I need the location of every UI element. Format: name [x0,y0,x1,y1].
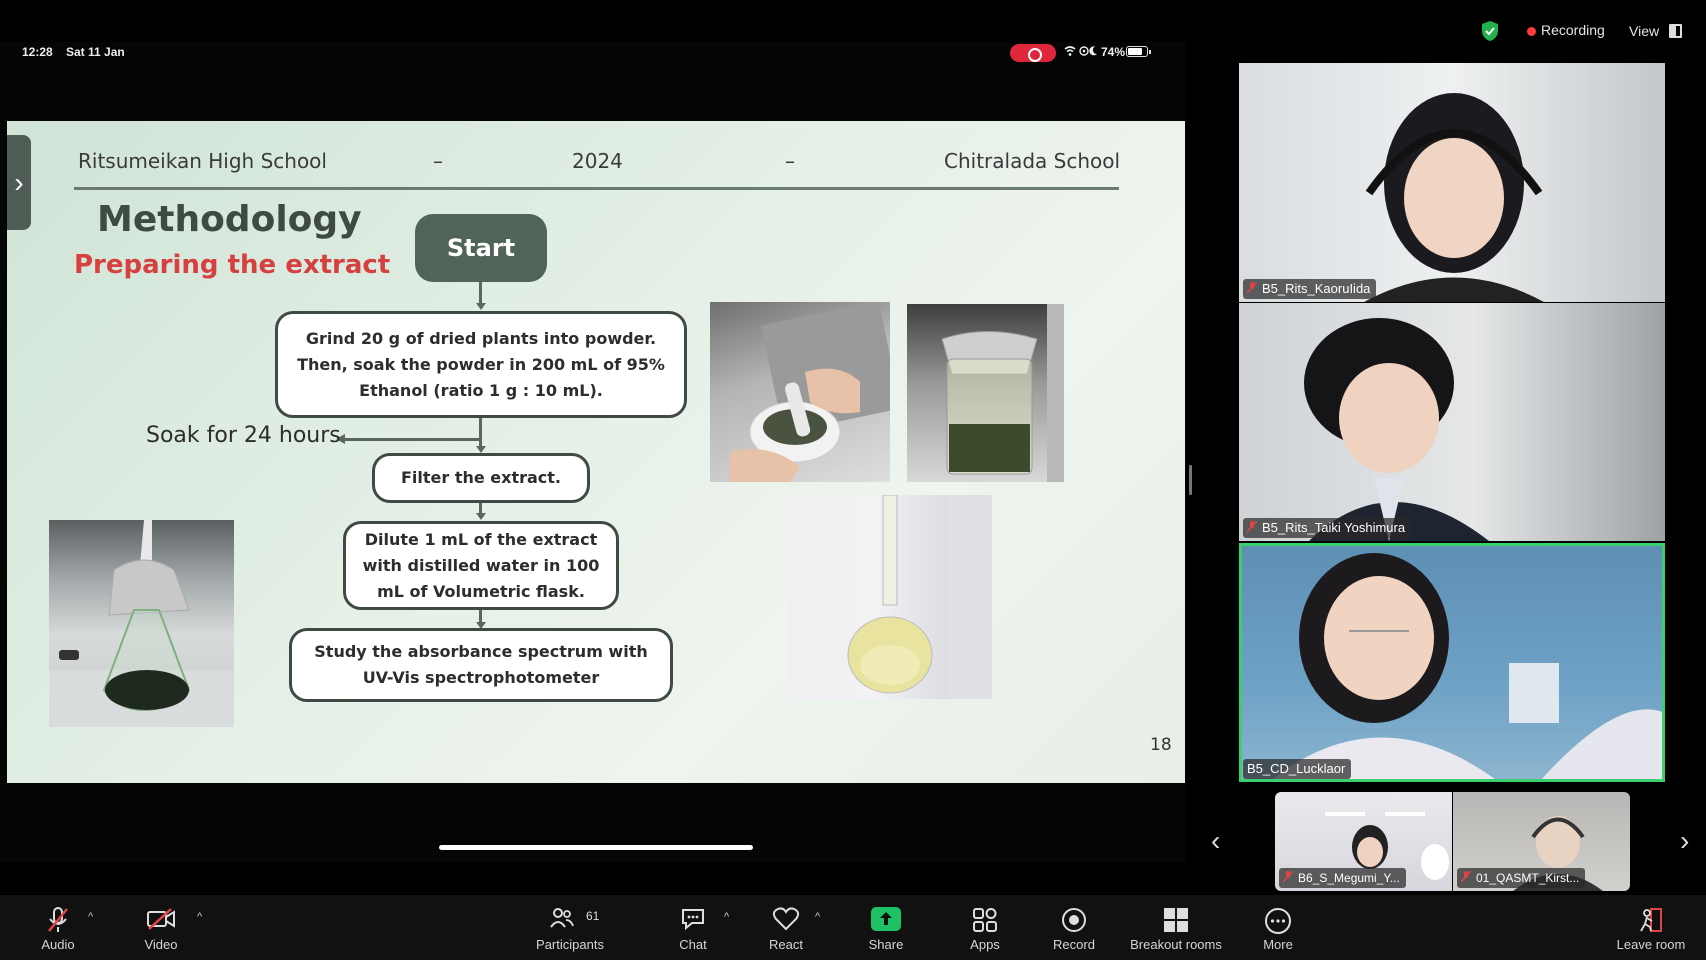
flow-start: Start [415,214,547,282]
ipad-status-time: 12:28 [22,45,53,59]
encryption-shield-icon[interactable] [1480,20,1500,42]
thumbnail-tile[interactable]: 01_QASMT_Kirst... [1453,792,1630,891]
breakout-rooms-icon [1164,908,1188,932]
view-layout-icon[interactable] [1669,24,1682,38]
flow-step-grind: Grind 20 g of dried plants into powder. … [275,311,687,418]
react-button[interactable]: React [736,895,836,960]
slide-header-right: Chitralada School [944,149,1121,173]
leave-room-button[interactable]: Leave room [1601,895,1701,960]
mic-muted-icon [48,907,68,932]
more-icon [1265,908,1291,934]
video-tile-active-speaker[interactable]: B5_CD_Lucklaor [1239,543,1665,782]
slide-header-left: Ritsumeikan High School [78,149,327,173]
photo-grinding-mortar [710,302,890,482]
sidebar-expand-chevron-icon[interactable]: › [7,135,31,230]
view-button[interactable]: View [1629,23,1659,39]
flow-step-filter: Filter the extract. [372,453,590,503]
slide-subtitle: Preparing the extract [74,250,391,280]
video-tile[interactable]: B5_Rits_Taiki Yoshimura [1239,303,1665,541]
flow-connector [479,282,482,304]
audio-options-chevron-icon[interactable]: ^ [88,911,93,923]
slide-header-dash: – [433,149,443,173]
participant-name-tag: B5_Rits_KaoruIida [1243,279,1377,299]
audio-button[interactable]: Audio [8,895,108,960]
flow-step-dilute: Dilute 1 mL of the extract with distille… [343,521,619,610]
ipad-home-indicator [439,845,753,850]
apps-button[interactable]: Apps [935,895,1035,960]
share-screen-icon [871,907,901,931]
ipad-status-date: Sat 11 Jan [66,45,125,59]
prev-page-chevron-icon[interactable]: ‹ [1211,825,1220,857]
slide-title: Methodology [97,199,362,240]
recording-dot-icon [1527,27,1536,36]
flow-arrow-icon [476,513,486,520]
video-options-chevron-icon[interactable]: ^ [197,911,202,923]
participants-icon [550,908,574,928]
breakout-rooms-button[interactable]: Breakout rooms [1126,895,1226,960]
participants-button[interactable]: 61 Participants [520,895,620,960]
mic-muted-icon [1246,280,1258,294]
next-page-chevron-icon[interactable]: › [1680,825,1689,857]
flow-step-absorbance: Study the absorbance spectrum with UV-Vi… [289,628,673,702]
flow-branch-line [345,438,479,441]
slide-page-number: 18 [1150,735,1172,755]
participant-name-tag: 01_QASMT_Kirst... [1457,868,1586,888]
photo-beaker-foil [907,304,1064,482]
react-options-chevron-icon[interactable]: ^ [815,911,820,923]
battery-icon [1126,46,1151,57]
screen-recording-pill-icon [1010,44,1056,62]
split-view-handle[interactable] [1189,465,1192,495]
apps-icon [973,908,997,932]
slide-header-year: 2024 [572,149,623,173]
chat-button[interactable]: Chat [643,895,743,960]
more-button[interactable]: More [1228,895,1328,960]
video-off-icon [147,908,175,930]
flow-arrow-icon [476,303,486,310]
mic-muted-icon [1460,869,1472,883]
slide-header-rule [74,187,1119,190]
photo-volumetric-flask [787,495,992,699]
participant-name-tag: B5_Rits_Taiki Yoshimura [1243,518,1412,538]
battery-percent: 74% [1101,45,1126,59]
soak-note: Soak for 24 hours [146,423,341,448]
participant-name-tag: B6_S_Megumi_Y... [1279,868,1406,888]
participant-name-tag: B5_CD_Lucklaor [1243,759,1352,779]
leave-room-icon [1640,908,1662,932]
photo-flask-stirring [49,520,234,727]
video-tile[interactable]: B5_Rits_KaoruIida [1239,63,1665,302]
wifi-icon [1064,45,1098,60]
share-button[interactable]: Share [836,895,936,960]
record-button[interactable]: Record [1024,895,1124,960]
chat-icon [682,909,704,931]
mic-muted-icon [1282,869,1294,883]
recording-label[interactable]: Recording [1541,22,1605,38]
mic-muted-icon [1246,519,1258,533]
participants-count: 61 [586,909,600,923]
thumbnail-tile[interactable]: B6_S_Megumi_Y... [1275,792,1452,891]
flow-connector [479,418,482,448]
meeting-toolbar: Audio ^ Video ^ 61 Participants Chat ^ R… [0,895,1706,960]
video-button[interactable]: Video [111,895,211,960]
chat-options-chevron-icon[interactable]: ^ [724,911,729,923]
flow-arrow-icon [476,446,486,453]
heart-icon [772,907,800,931]
slide-header-dash: – [785,149,795,173]
record-icon [1062,908,1086,932]
